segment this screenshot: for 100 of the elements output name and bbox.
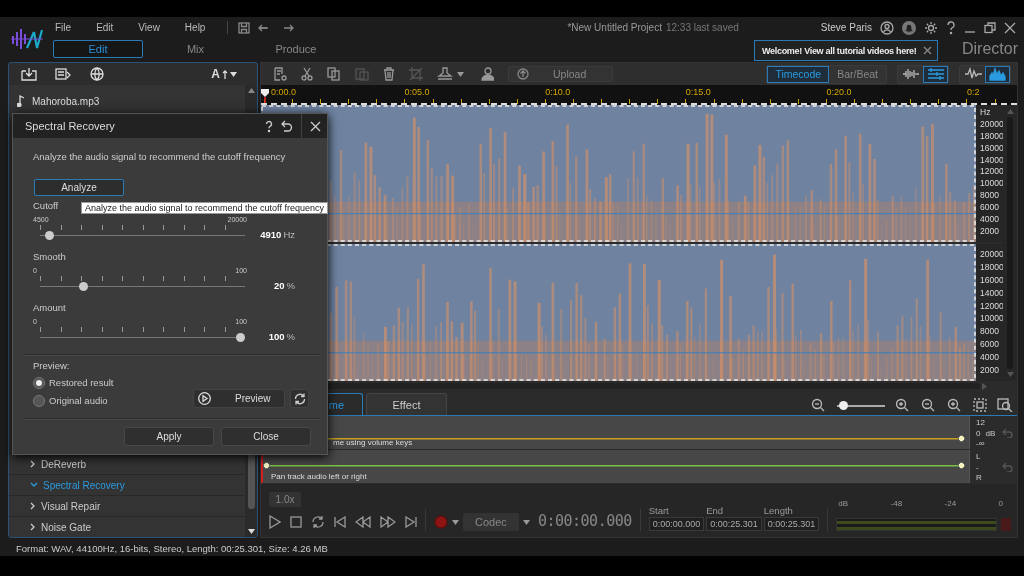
export-icon[interactable] — [55, 67, 71, 81]
time-display: 0:00:00.000 — [537, 511, 632, 531]
slider-label: Amount — [33, 302, 66, 315]
loop-button[interactable] — [290, 389, 309, 408]
radio-label[interactable]: Restored result — [49, 377, 114, 388]
radio-button[interactable] — [33, 376, 45, 389]
frequency-label: 8000 — [980, 326, 1000, 337]
menu-item[interactable]: View — [133, 22, 165, 33]
slider-thumb[interactable] — [838, 400, 848, 410]
scroll-down-icon[interactable] — [247, 529, 255, 534]
loop-icon — [293, 392, 306, 405]
mode-tab[interactable]: Edit — [53, 40, 143, 58]
play-circle-icon — [198, 392, 211, 405]
waveform-view-icon[interactable] — [901, 67, 920, 81]
upload-button[interactable]: Upload — [508, 66, 614, 82]
loop-icon[interactable] — [311, 515, 325, 529]
effect-item[interactable]: Visual Repair — [9, 495, 245, 516]
file-name[interactable]: Mahoroba.mp3 — [32, 95, 100, 107]
settings-icon[interactable] — [924, 20, 938, 35]
help-icon[interactable] — [946, 20, 956, 35]
font-size-button[interactable]: A — [211, 67, 245, 81]
scissors-icon[interactable] — [301, 67, 313, 81]
properties-icon[interactable] — [273, 67, 287, 81]
skip-back-icon[interactable] — [334, 516, 346, 528]
slider-thumb[interactable] — [45, 231, 55, 240]
arrow-up-icon — [222, 69, 228, 79]
close-icon[interactable] — [310, 120, 321, 132]
caret-icon[interactable] — [457, 71, 464, 77]
rewind-icon[interactable] — [355, 516, 371, 528]
save-status: 12:33 last saved — [665, 22, 739, 33]
globe-icon[interactable] — [89, 67, 105, 81]
fast-forward-icon[interactable] — [380, 516, 396, 528]
effect-label: Visual Repair — [41, 500, 101, 512]
zoom-out-icon[interactable] — [921, 398, 937, 412]
pulse-view-icon[interactable] — [963, 67, 982, 81]
frequency-label: 12000 — [980, 300, 1003, 311]
speed-button[interactable]: 1.0x — [269, 492, 301, 507]
radio-button[interactable] — [33, 394, 45, 407]
effect-item[interactable]: Noise Gate — [9, 516, 245, 537]
zoom-out-icon[interactable] — [811, 398, 827, 412]
restore-icon[interactable] — [984, 21, 996, 34]
codec-button[interactable]: Codec — [462, 513, 519, 531]
caret-icon[interactable] — [230, 71, 237, 77]
slider-label: Smooth — [33, 251, 66, 264]
peak-indicator — [1001, 518, 1011, 531]
time-field-label: End — [706, 505, 725, 516]
zoom-select-icon[interactable] — [997, 398, 1013, 412]
play-icon[interactable] — [269, 515, 281, 529]
lane-tab[interactable]: Effect — [366, 393, 447, 415]
trash-icon[interactable] — [383, 67, 395, 81]
unit-label: Hz — [980, 107, 992, 117]
analyze-button[interactable]: Analyze — [34, 179, 124, 196]
spectrum-view-icon[interactable] — [988, 67, 1007, 81]
preview-button[interactable]: Preview — [193, 389, 285, 408]
stamp-icon[interactable] — [437, 67, 453, 81]
frequency-label: 6000 — [980, 202, 1000, 213]
effect-label: Spectral Recovery — [43, 479, 125, 491]
time-mode-tab[interactable]: Bar/Beat — [829, 65, 886, 83]
time-field[interactable]: 0:00:25.301 — [706, 517, 762, 531]
close-icon[interactable] — [922, 46, 932, 55]
tracks-view-icon[interactable] — [926, 67, 945, 81]
person-icon[interactable] — [478, 67, 494, 81]
skip-forward-icon[interactable] — [405, 516, 417, 528]
mode-tab[interactable]: Produce — [251, 40, 341, 58]
zoom-in-icon[interactable] — [895, 398, 911, 412]
status-text: Format: WAV, 44100Hz, 16-bits, Stereo, Length: 00:25.301, Size: 4.26 MB — [16, 542, 328, 554]
fit-icon[interactable] — [973, 398, 987, 412]
zoom-in-icon[interactable] — [947, 398, 963, 412]
bell-icon[interactable] — [902, 20, 916, 35]
slider-value: 4910 — [260, 229, 282, 240]
scroll-up-icon[interactable] — [247, 88, 255, 93]
menu-item[interactable]: File — [50, 22, 77, 33]
menu-item[interactable]: Help — [179, 22, 211, 33]
preview-label: Preview: — [33, 360, 71, 371]
playhead-icon[interactable] — [261, 89, 269, 103]
scale-label: R — [976, 473, 983, 482]
close-icon[interactable] — [1004, 21, 1016, 34]
slider-thumb[interactable] — [79, 282, 89, 291]
frequency-label: 14000 — [980, 287, 1003, 298]
time-mode-tab[interactable]: Timecode — [767, 65, 830, 83]
stop-icon[interactable] — [290, 516, 302, 528]
import-icon[interactable] — [21, 67, 37, 81]
account-icon[interactable] — [880, 20, 894, 35]
unit-label: dB — [985, 428, 996, 438]
menu-item[interactable]: Edit — [91, 22, 119, 33]
slider-value: 100 — [268, 331, 285, 342]
copy-icon[interactable] — [327, 67, 341, 81]
dialog-button[interactable]: Apply — [124, 427, 214, 446]
time-field[interactable]: 0:00:25.301 — [763, 517, 820, 531]
save-icon[interactable] — [238, 21, 251, 34]
help-icon[interactable] — [265, 119, 273, 133]
caret-icon[interactable] — [522, 519, 530, 525]
frequency-label: 16000 — [980, 274, 1003, 285]
effect-item[interactable]: Spectral Recovery — [9, 474, 245, 495]
slider-thumb[interactable] — [236, 333, 245, 342]
dialog-button[interactable]: Close — [221, 427, 311, 446]
radio-label[interactable]: Original audio — [49, 395, 108, 406]
mode-tab[interactable]: Mix — [143, 40, 248, 58]
time-field[interactable]: 0:00:00.000 — [648, 517, 705, 531]
caret-icon[interactable] — [451, 519, 459, 525]
